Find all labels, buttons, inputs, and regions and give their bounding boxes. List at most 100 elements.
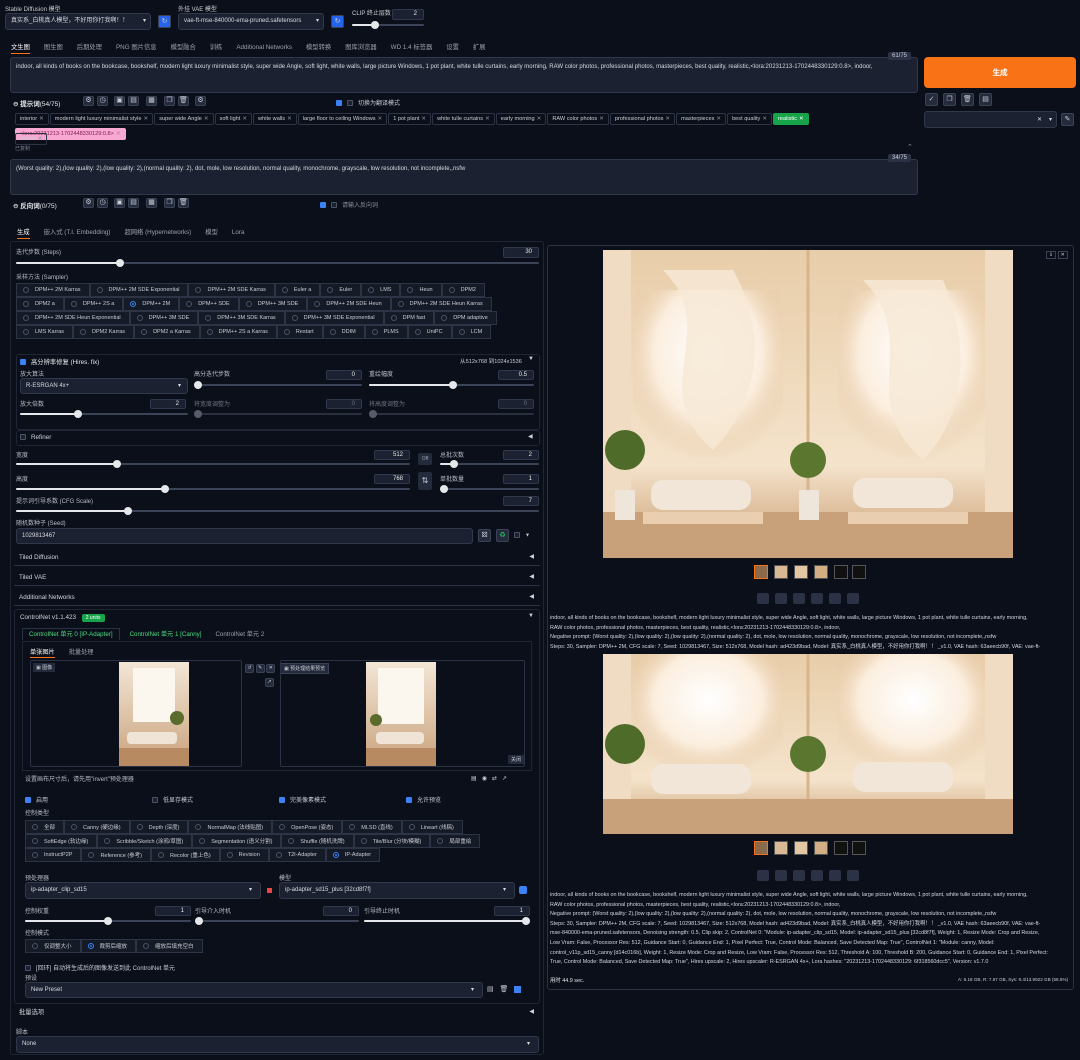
swap-icon[interactable]: ⇄ xyxy=(492,776,497,782)
trash-icon[interactable]: 🗑 xyxy=(499,986,508,993)
send-img2img-icon[interactable] xyxy=(811,870,823,881)
tab-embedding[interactable]: 嵌入式 (T.I. Embedding) xyxy=(44,227,111,236)
tab-single-image[interactable]: 单张图片 xyxy=(30,649,55,658)
prompt-tag[interactable]: modern light luxury minimalist style ✕ xyxy=(49,113,154,125)
cfg-value[interactable]: 7 xyxy=(503,496,539,506)
tab-tagger[interactable]: WD 1.4 标签器 xyxy=(391,42,433,51)
control-mode-option[interactable]: 仅调整大小 xyxy=(25,939,81,953)
pixel-perfect-checkbox[interactable]: 完美像素模式 xyxy=(279,795,326,804)
sampler-option[interactable]: DPM fast xyxy=(383,311,435,325)
send-img2img-icon[interactable] xyxy=(811,593,823,604)
hires-steps-slider[interactable] xyxy=(194,381,362,389)
send-inpaint-icon[interactable] xyxy=(829,870,841,881)
width-value[interactable]: 512 xyxy=(374,450,410,460)
edit-icon[interactable]: ✎ xyxy=(255,664,265,673)
sampler-option[interactable]: DPM++ 2M SDE Heun xyxy=(307,297,391,311)
prompt-tag[interactable]: white tulle curtains ✕ xyxy=(432,113,495,125)
download-icon[interactable]: ⇓ xyxy=(1046,251,1057,259)
save-icon[interactable]: ▤ xyxy=(487,986,494,993)
hires-scale-value[interactable]: 2 xyxy=(150,399,186,409)
zip-icon[interactable] xyxy=(793,870,805,881)
prompt-tag[interactable]: white walls ✕ xyxy=(253,113,297,125)
gear-icon[interactable]: ⚙ xyxy=(83,198,94,208)
sampler-option[interactable]: Euler xyxy=(320,283,362,297)
guidance-end-slider[interactable] xyxy=(364,917,530,925)
prompt-tag[interactable]: professional photos ✕ xyxy=(609,113,676,125)
sampler-option[interactable]: DPM++ 2S a xyxy=(63,297,124,311)
weight-value[interactable]: 1 xyxy=(155,906,191,916)
prompt-tag[interactable]: super wide Angle ✕ xyxy=(154,113,214,125)
zip-icon[interactable] xyxy=(793,593,805,604)
close-preview-button[interactable]: 关闭 xyxy=(508,755,525,764)
sampler-option[interactable]: DPM++ 2S a Karras xyxy=(199,325,277,339)
tab-png-info[interactable]: PNG 图片信息 xyxy=(116,42,157,51)
sampler-option[interactable]: DPM++ 2M xyxy=(123,297,180,311)
sampler-option[interactable]: DPM++ 3M SDE Karras xyxy=(198,311,285,325)
negative-input-toggle[interactable]: 请输入反向词 xyxy=(320,200,378,209)
guidance-start-slider[interactable] xyxy=(195,917,359,925)
caret-down-icon[interactable]: ▼ xyxy=(528,356,534,362)
lowvram-checkbox[interactable]: 低显存模式 xyxy=(152,795,193,804)
allow-preview-checkbox[interactable]: 允许预览 xyxy=(406,795,441,804)
accordion-tiled-vae[interactable]: Tiled VAE ◀ xyxy=(14,569,540,586)
prompt-tag[interactable]: interior ✕ xyxy=(15,113,49,125)
sampler-option[interactable]: DPM++ 2M Karras xyxy=(16,283,90,297)
thumbnail-5[interactable] xyxy=(852,565,866,579)
control-type-option[interactable]: Shuffle (随机洗牌) xyxy=(281,834,354,848)
output-image-fullsize[interactable] xyxy=(603,654,1013,834)
favorite-icon[interactable]: ▦ xyxy=(146,198,157,208)
resize-width-slider[interactable] xyxy=(194,410,362,418)
thumbnail-5[interactable] xyxy=(852,841,866,855)
save-icon[interactable]: ▣ xyxy=(114,198,125,208)
generate-button[interactable]: 生成 xyxy=(924,57,1076,88)
thumbnail-1[interactable] xyxy=(774,565,788,579)
sampler-option[interactable]: LCM xyxy=(451,325,492,339)
hires-steps-value[interactable]: 0 xyxy=(326,370,362,380)
send-icon[interactable]: ↗ xyxy=(265,678,274,687)
weight-slider[interactable] xyxy=(25,917,191,925)
sampler-option[interactable]: DPM++ 2M SDE Exponential xyxy=(89,283,189,297)
save-icon[interactable] xyxy=(775,870,787,881)
camera-icon[interactable]: ◉ xyxy=(482,776,487,782)
batch-count-value[interactable]: 2 xyxy=(503,450,539,460)
tab-txt2img[interactable]: 文生图 xyxy=(11,42,30,54)
batch-count-slider[interactable] xyxy=(440,460,539,468)
close-icon[interactable]: ✕ xyxy=(1057,251,1068,259)
favorite-icon[interactable]: ▦ xyxy=(146,96,157,106)
sampler-option[interactable]: UniPC xyxy=(407,325,452,339)
caret-left-icon[interactable]: ◀ xyxy=(528,433,533,440)
sampler-option[interactable]: DPM++ 2M SDE Karras xyxy=(188,283,275,297)
refiner-toggle[interactable]: Refiner xyxy=(20,434,51,441)
thumbnail-grid[interactable] xyxy=(754,565,768,579)
sampler-option[interactable]: DPM++ 3M SDE xyxy=(129,311,199,325)
thumbnail-2[interactable] xyxy=(794,841,808,855)
control-type-option[interactable]: 全部 xyxy=(25,820,65,834)
thumbnail-3[interactable] xyxy=(814,565,828,579)
prompt-tag[interactable]: RAW color photos ✕ xyxy=(547,113,609,125)
height-slider[interactable] xyxy=(16,485,410,493)
control-type-option[interactable]: MLSD (直线) xyxy=(342,820,402,834)
height-value[interactable]: 768 xyxy=(374,474,410,484)
gear-icon[interactable]: ⚙ xyxy=(83,96,94,106)
folder-icon[interactable] xyxy=(757,870,769,881)
dice-icon[interactable]: ⚄ xyxy=(478,529,491,542)
run-preprocessor-icon[interactable] xyxy=(267,888,272,893)
prompt-tag[interactable]: best quality ✕ xyxy=(727,113,773,125)
prompt-tag-highlight[interactable]: realistic ✕ xyxy=(773,113,809,125)
tab-batch[interactable]: 批量处理 xyxy=(69,649,94,656)
sampler-option[interactable]: DPM++ 2M SDE Heun Karras xyxy=(390,297,492,311)
sampler-option[interactable]: Restart xyxy=(276,325,323,339)
hires-scale-slider[interactable] xyxy=(20,410,188,418)
paste-icon[interactable]: ▤ xyxy=(128,198,139,208)
tab-unit-2[interactable]: ControlNet 单元 2 xyxy=(215,631,264,638)
send-extras-icon[interactable] xyxy=(847,593,859,604)
resize-width-value[interactable]: 0 xyxy=(326,399,362,409)
preset-select[interactable]: New Preset ▾ xyxy=(25,982,483,998)
resize-height-value[interactable]: 0 xyxy=(498,399,534,409)
enable-checkbox[interactable]: 启用 xyxy=(25,795,48,804)
tab-merge[interactable]: 模型融合 xyxy=(171,42,196,51)
sampler-option[interactable]: LMS Karras xyxy=(16,325,74,339)
refresh-models-icon[interactable] xyxy=(519,886,527,894)
control-type-option[interactable]: Lineart (线稿) xyxy=(401,820,463,834)
save-icon[interactable] xyxy=(775,593,787,604)
